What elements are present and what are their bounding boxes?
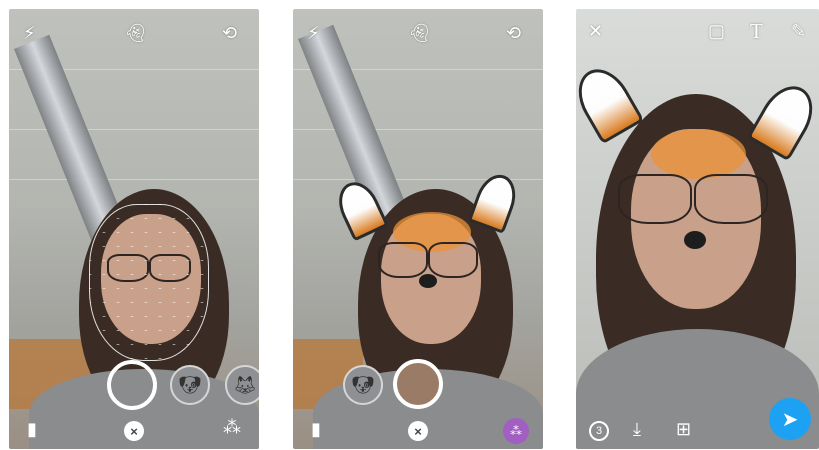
snapchat-ghost-icon[interactable]: 👻︎ — [408, 23, 431, 43]
capture-button[interactable] — [107, 360, 157, 410]
fox-nose — [419, 274, 437, 288]
chat-icon[interactable]: ▮ — [311, 419, 321, 440]
text-icon[interactable]: T — [750, 21, 763, 42]
camera-screen-fox-lens: ⚡︎ 👻︎ ⟲ 🐶︎ ▮ × ⁂ — [293, 9, 543, 449]
lens-grid-icon[interactable]: ⁂ — [223, 417, 241, 438]
close-lens-icon[interactable]: × — [408, 421, 428, 441]
lens-active-icon[interactable]: ⁂ — [503, 418, 529, 444]
pencil-icon[interactable]: ✎ — [791, 21, 806, 41]
capture-button-fox[interactable] — [393, 359, 443, 409]
snap-preview-screen: ✕ ▢ T ✎ 3 ⤓ ⊞ ➤ — [576, 9, 819, 449]
fox-forehead — [651, 129, 746, 179]
lens-thumb-fox[interactable]: 🦊︎ — [225, 365, 259, 405]
send-button[interactable]: ➤ — [769, 398, 811, 440]
lens-thumb-dog[interactable]: 🐶︎ — [343, 365, 383, 405]
fox-nose — [684, 231, 706, 249]
chat-icon[interactable]: ▮ — [27, 419, 37, 440]
lens-thumb-dog[interactable]: 🐶︎ — [170, 365, 210, 405]
camera-screen-mesh: ⚡︎ 👻︎ ⟲ 🐶︎ 🦊︎ ▮ × ⁂ — [9, 9, 259, 449]
sticker-icon[interactable]: ▢ — [708, 21, 725, 41]
timer-icon[interactable]: 3 — [589, 421, 609, 441]
flash-off-icon[interactable]: ⚡︎ — [23, 23, 36, 43]
snapchat-ghost-icon[interactable]: 👻︎ — [124, 23, 147, 43]
flash-off-icon[interactable]: ⚡︎ — [307, 23, 320, 43]
close-icon[interactable]: ✕ — [588, 21, 603, 41]
flip-camera-icon[interactable]: ⟲ — [506, 23, 521, 43]
download-icon[interactable]: ⤓ — [633, 419, 641, 440]
face-mesh-overlay — [89, 204, 209, 361]
close-lens-icon[interactable]: × — [124, 421, 144, 441]
flip-camera-icon[interactable]: ⟲ — [222, 23, 237, 43]
add-to-story-icon[interactable]: ⊞ — [676, 419, 691, 440]
